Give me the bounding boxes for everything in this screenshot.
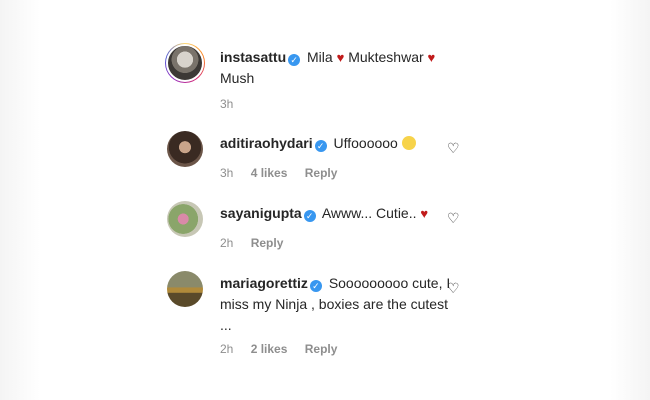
comment-text: mariagorettiz ✓ Sooooooooo cute, I miss m… — [220, 273, 455, 336]
caption-text: instasattu ✓ Mila ♥ Mukteshwar ♥ Mush — [220, 47, 455, 89]
username-link[interactable]: mariagorettiz — [220, 275, 308, 291]
likes-count[interactable]: 2 likes — [251, 342, 288, 356]
verified-badge-icon: ✓ — [288, 54, 301, 66]
comment-text: aditiraohydari ✓ Uffoooooo — [220, 133, 455, 154]
comment-meta: 2h Reply — [220, 236, 297, 250]
red-heart-icon: ♥ — [336, 50, 345, 65]
red-heart-icon: ♥ — [427, 50, 436, 65]
timestamp[interactable]: 3h — [220, 166, 233, 180]
caption-part: Mukteshwar — [348, 49, 424, 65]
verified-badge-icon: ✓ — [303, 210, 316, 222]
avatar[interactable] — [165, 43, 205, 83]
username-link[interactable]: instasattu — [220, 49, 286, 65]
timestamp[interactable]: 2h — [220, 236, 233, 250]
reply-button[interactable]: Reply — [305, 342, 338, 356]
caption-part: Mush — [220, 70, 255, 86]
like-heart-icon[interactable]: ♡ — [447, 141, 460, 155]
comment-panel: instasattu ✓ Mila ♥ Mukteshwar ♥ Mush 3h … — [0, 0, 650, 400]
comment-text: sayanigupta ✓ Awww... Cutie.. ♥ — [220, 203, 455, 224]
comment-meta: 2h 2 likes Reply — [220, 342, 351, 356]
avatar[interactable] — [167, 201, 203, 237]
caption-meta: 3h — [220, 97, 247, 111]
comment-meta: 3h 4 likes Reply — [220, 166, 351, 180]
timestamp[interactable]: 3h — [220, 97, 233, 111]
caption-part: Mila — [307, 49, 333, 65]
username-link[interactable]: aditiraohydari — [220, 135, 313, 151]
red-heart-icon: ♥ — [420, 206, 429, 221]
avatar[interactable] — [167, 131, 203, 167]
reply-button[interactable]: Reply — [305, 166, 338, 180]
username-link[interactable]: sayanigupta — [220, 205, 302, 221]
like-heart-icon[interactable]: ♡ — [447, 281, 460, 295]
likes-count[interactable]: 4 likes — [251, 166, 288, 180]
reply-button[interactable]: Reply — [251, 236, 284, 250]
avatar[interactable] — [167, 271, 203, 307]
verified-badge-icon: ✓ — [314, 140, 327, 152]
timestamp[interactable]: 2h — [220, 342, 233, 356]
like-heart-icon[interactable]: ♡ — [447, 211, 460, 225]
comment-body: Uffoooooo — [333, 135, 398, 151]
verified-badge-icon: ✓ — [309, 280, 322, 292]
astonished-face-icon — [401, 136, 416, 150]
comment-body: Awww... Cutie.. — [321, 205, 417, 221]
